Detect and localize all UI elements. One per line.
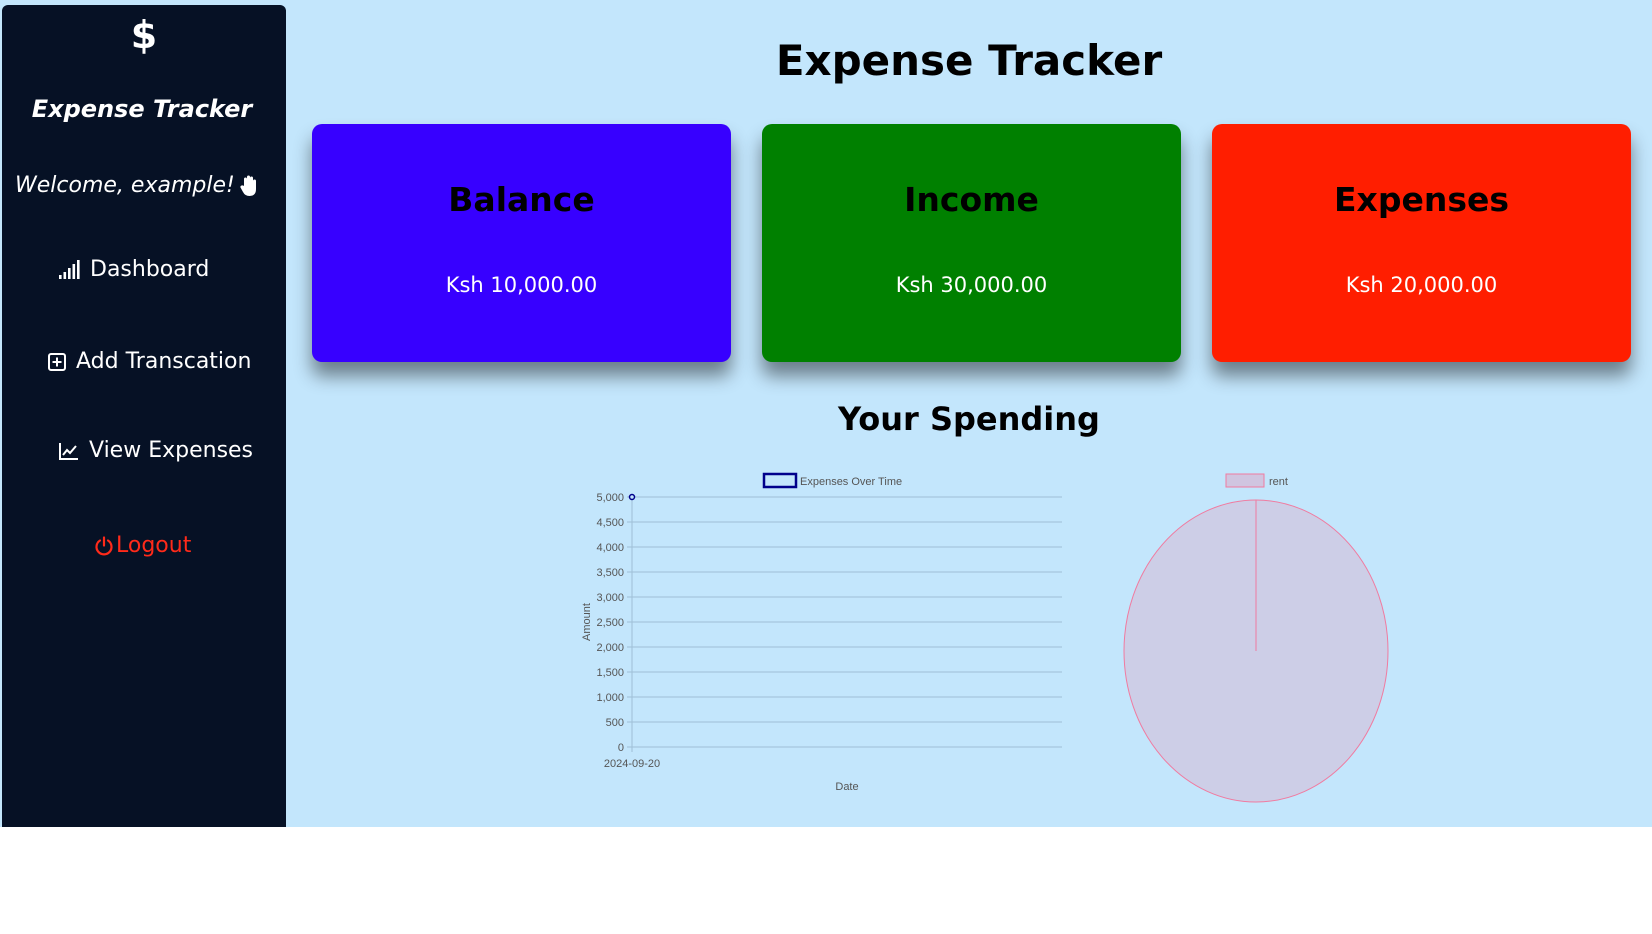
x-axis-title: Date [835, 781, 858, 793]
y-tick-label: 4,000 [596, 542, 624, 554]
y-tick-label: 1,500 [596, 667, 624, 679]
legend-swatch [762, 472, 798, 489]
charts-area: 0 500 1,000 1,500 2,000 2,500 3,000 3,500 4,000 4… [581, 472, 1389, 803]
expenses-line-chart: 0 500 1,000 1,500 2,000 2,500 3,000 3,500 4,000 4… [581, 472, 1062, 793]
pie-legend-label: rent [1269, 476, 1288, 488]
y-tick-label: 2,000 [596, 642, 624, 654]
y-tick-label: 2,500 [596, 617, 624, 629]
legend-label: Expenses Over Time [800, 476, 902, 488]
y-tick-label: 3,500 [596, 567, 624, 579]
y-tick-label: 5,000 [596, 492, 624, 504]
app-root: $ Expense Tracker Welcome, example! Dash… [0, 0, 1652, 827]
y-tick-label: 500 [606, 717, 624, 729]
y-tick-label: 4,500 [596, 517, 624, 529]
y-tick-label: 0 [618, 742, 624, 754]
x-tick-label: 2024-09-20 [604, 758, 660, 770]
y-axis-title: Amount [581, 603, 593, 641]
category-pie-chart: rent [1123, 473, 1389, 803]
y-tick-label: 1,000 [596, 692, 624, 704]
pie-legend-swatch [1225, 473, 1265, 488]
data-point [628, 493, 636, 501]
y-tick-label: 3,000 [596, 592, 624, 604]
